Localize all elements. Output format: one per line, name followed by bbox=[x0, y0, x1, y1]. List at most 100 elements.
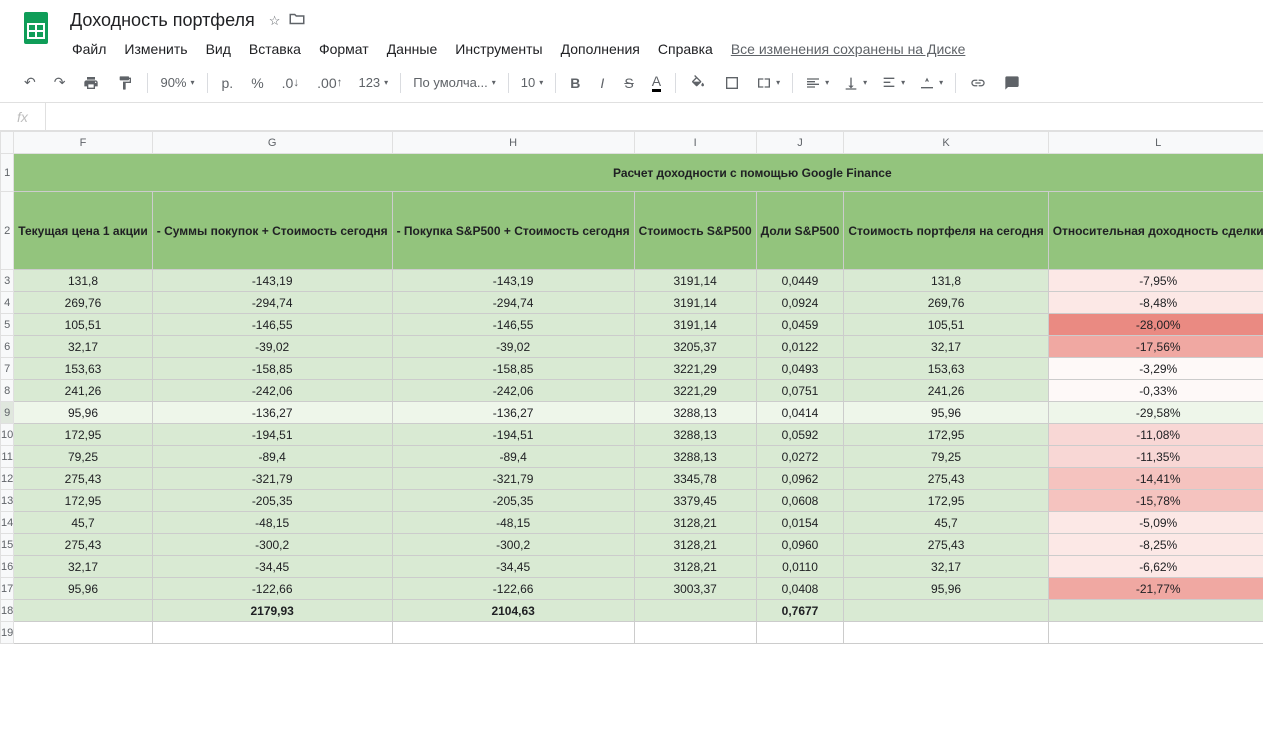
cell-H10[interactable]: -194,51 bbox=[392, 424, 634, 446]
cell-G14[interactable]: -48,15 bbox=[152, 512, 392, 534]
row-header-4[interactable]: 4 bbox=[1, 292, 14, 314]
cell-H8[interactable]: -242,06 bbox=[392, 380, 634, 402]
cell-G16[interactable]: -34,45 bbox=[152, 556, 392, 578]
row-header-11[interactable]: 11 bbox=[1, 446, 14, 468]
cell-H13[interactable]: -205,35 bbox=[392, 490, 634, 512]
bold-button[interactable]: B bbox=[562, 69, 588, 97]
green-header-2[interactable]: - Покупка S&P500 + Стоимость сегодня bbox=[392, 192, 634, 270]
cell-F8[interactable]: 241,26 bbox=[14, 380, 153, 402]
cell-J13[interactable]: 0,0608 bbox=[756, 490, 844, 512]
menu-Вставка[interactable]: Вставка bbox=[241, 37, 309, 61]
cell-L8[interactable]: -0,33% bbox=[1048, 380, 1263, 402]
cell-F10[interactable]: 172,95 bbox=[14, 424, 153, 446]
menu-Данные[interactable]: Данные bbox=[379, 37, 446, 61]
cell-K12[interactable]: 275,43 bbox=[844, 468, 1048, 490]
cell-L12[interactable]: -14,41% bbox=[1048, 468, 1263, 490]
row-header-13[interactable]: 13 bbox=[1, 490, 14, 512]
cell-H11[interactable]: -89,4 bbox=[392, 446, 634, 468]
strikethrough-button[interactable]: S bbox=[616, 69, 641, 97]
row-header-16[interactable]: 16 bbox=[1, 556, 14, 578]
cell-J16[interactable]: 0,0110 bbox=[756, 556, 844, 578]
cell-I3[interactable]: 3191,14 bbox=[634, 270, 756, 292]
green-header-6[interactable]: Относительная доходность сделки bbox=[1048, 192, 1263, 270]
col-header-I[interactable]: I bbox=[634, 132, 756, 154]
cell-L7[interactable]: -3,29% bbox=[1048, 358, 1263, 380]
cell-H3[interactable]: -143,19 bbox=[392, 270, 634, 292]
row-header-5[interactable]: 5 bbox=[1, 314, 14, 336]
cell-J6[interactable]: 0,0122 bbox=[756, 336, 844, 358]
cell-G4[interactable]: -294,74 bbox=[152, 292, 392, 314]
cell-H14[interactable]: -48,15 bbox=[392, 512, 634, 534]
cell-H5[interactable]: -146,55 bbox=[392, 314, 634, 336]
text-wrap-button[interactable] bbox=[875, 71, 911, 95]
cell-L14[interactable]: -5,09% bbox=[1048, 512, 1263, 534]
cell-I15[interactable]: 3128,21 bbox=[634, 534, 756, 556]
star-icon[interactable]: ☆ bbox=[269, 13, 281, 29]
paint-format-button[interactable] bbox=[109, 69, 141, 97]
print-button[interactable] bbox=[75, 69, 107, 97]
cell-I12[interactable]: 3345,78 bbox=[634, 468, 756, 490]
green-title[interactable]: Расчет доходности с помощью Google Finan… bbox=[14, 154, 1263, 192]
cell-F9[interactable]: 95,96 bbox=[14, 402, 153, 424]
horizontal-align-button[interactable] bbox=[799, 71, 835, 95]
cell-J9[interactable]: 0,0414 bbox=[756, 402, 844, 424]
green-header-1[interactable]: - Суммы покупок + Стоимость сегодня bbox=[152, 192, 392, 270]
cell-H4[interactable]: -294,74 bbox=[392, 292, 634, 314]
cell-J8[interactable]: 0,0751 bbox=[756, 380, 844, 402]
cell-F13[interactable]: 172,95 bbox=[14, 490, 153, 512]
decrease-decimal-button[interactable]: .0↓ bbox=[274, 69, 308, 97]
cell-H16[interactable]: -34,45 bbox=[392, 556, 634, 578]
cell-J11[interactable]: 0,0272 bbox=[756, 446, 844, 468]
cell-K15[interactable]: 275,43 bbox=[844, 534, 1048, 556]
cell-J5[interactable]: 0,0459 bbox=[756, 314, 844, 336]
col-header-J[interactable]: J bbox=[756, 132, 844, 154]
increase-decimal-button[interactable]: .00↑ bbox=[309, 69, 350, 97]
cell-K7[interactable]: 153,63 bbox=[844, 358, 1048, 380]
cell-K17[interactable]: 95,96 bbox=[844, 578, 1048, 600]
cell-G8[interactable]: -242,06 bbox=[152, 380, 392, 402]
row-header-18[interactable]: 18 bbox=[1, 600, 14, 622]
cell-J7[interactable]: 0,0493 bbox=[756, 358, 844, 380]
row-header-17[interactable]: 17 bbox=[1, 578, 14, 600]
col-header-L[interactable]: L bbox=[1048, 132, 1263, 154]
cell-J3[interactable]: 0,0449 bbox=[756, 270, 844, 292]
cell-F16[interactable]: 32,17 bbox=[14, 556, 153, 578]
green-header-3[interactable]: Стоимость S&P500 bbox=[634, 192, 756, 270]
cell-H9[interactable]: -136,27 bbox=[392, 402, 634, 424]
cell-H15[interactable]: -300,2 bbox=[392, 534, 634, 556]
total-H[interactable]: 2104,63 bbox=[392, 600, 634, 622]
cell-G12[interactable]: -321,79 bbox=[152, 468, 392, 490]
row-header-6[interactable]: 6 bbox=[1, 336, 14, 358]
formula-input[interactable] bbox=[46, 103, 1263, 130]
cell-F17[interactable]: 95,96 bbox=[14, 578, 153, 600]
cell-K13[interactable]: 172,95 bbox=[844, 490, 1048, 512]
cell-J10[interactable]: 0,0592 bbox=[756, 424, 844, 446]
cell-L16[interactable]: -6,62% bbox=[1048, 556, 1263, 578]
green-header-0[interactable]: Текущая цена 1 акции bbox=[14, 192, 153, 270]
cell-I8[interactable]: 3221,29 bbox=[634, 380, 756, 402]
cell-L4[interactable]: -8,48% bbox=[1048, 292, 1263, 314]
cell-F6[interactable]: 32,17 bbox=[14, 336, 153, 358]
menu-Вид[interactable]: Вид bbox=[198, 37, 239, 61]
menu-Справка[interactable]: Справка bbox=[650, 37, 721, 61]
cell-K3[interactable]: 131,8 bbox=[844, 270, 1048, 292]
fill-color-button[interactable] bbox=[682, 69, 714, 97]
cell-G5[interactable]: -146,55 bbox=[152, 314, 392, 336]
row-header-15[interactable]: 15 bbox=[1, 534, 14, 556]
row-header-10[interactable]: 10 bbox=[1, 424, 14, 446]
cell-H7[interactable]: -158,85 bbox=[392, 358, 634, 380]
cell-F15[interactable]: 275,43 bbox=[14, 534, 153, 556]
doc-title[interactable]: Доходность портфеля bbox=[64, 8, 261, 33]
cell-G13[interactable]: -205,35 bbox=[152, 490, 392, 512]
italic-button[interactable]: I bbox=[590, 69, 614, 97]
cell-K10[interactable]: 172,95 bbox=[844, 424, 1048, 446]
row-header-19[interactable]: 19 bbox=[1, 622, 14, 644]
cell-G7[interactable]: -158,85 bbox=[152, 358, 392, 380]
col-header-H[interactable]: H bbox=[392, 132, 634, 154]
row-header-2[interactable]: 2 bbox=[1, 192, 14, 270]
cell-I4[interactable]: 3191,14 bbox=[634, 292, 756, 314]
insert-link-button[interactable] bbox=[962, 69, 994, 97]
borders-button[interactable] bbox=[716, 69, 748, 97]
cell-L11[interactable]: -11,35% bbox=[1048, 446, 1263, 468]
green-header-4[interactable]: Доли S&P500 bbox=[756, 192, 844, 270]
